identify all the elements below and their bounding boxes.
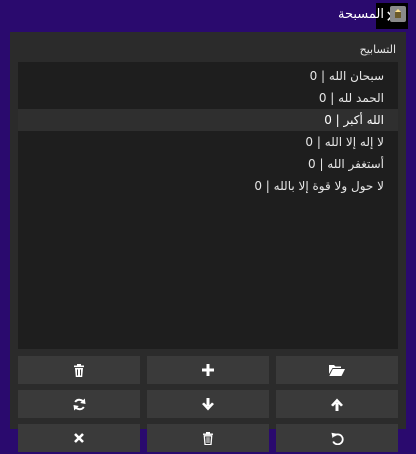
dhikr-count: 0 [305, 135, 314, 149]
trash-outline-icon [202, 431, 214, 445]
window-title: المسبحة [338, 6, 384, 22]
undo-icon [331, 432, 344, 445]
x-button[interactable] [18, 424, 140, 452]
refresh-icon [73, 398, 86, 411]
title-group: المسبحة [338, 6, 406, 22]
title-bar[interactable]: ✕ المسبحة [0, 0, 416, 32]
folder-open-button[interactable] [276, 356, 398, 384]
dhikr-text: لا إله إلا الله [324, 135, 384, 149]
arrow-down-icon [202, 397, 214, 411]
adhkar-list[interactable]: سبحان الله | 0 الحمد لله | 0 الله أكبر | 0… [18, 62, 398, 349]
arrow-up-icon [331, 398, 343, 411]
list-item[interactable]: الله أكبر | 0 [18, 109, 398, 131]
app-window: ✕ المسبحة التسابيح سبحان الله | 0الحمد ل… [0, 0, 416, 452]
list-item[interactable]: لا إله إلا الله | 0 [18, 131, 398, 153]
dhikr-text: سبحان الله [328, 69, 384, 83]
arrow-up-button[interactable] [276, 390, 398, 418]
app-icon [390, 6, 406, 22]
list-item[interactable]: أستغفر الله | 0 [18, 153, 398, 175]
dhikr-count: 0 [307, 157, 316, 171]
dhikr-text: أستغفر الله [327, 157, 384, 171]
trash-button[interactable] [18, 356, 140, 384]
dhikr-count: 0 [309, 69, 318, 83]
list-item[interactable]: لا حول ولا قوة إلا بالله | 0 [18, 175, 398, 197]
undo-button[interactable] [276, 424, 398, 452]
trash-outline-button[interactable] [147, 424, 269, 452]
plus-icon [202, 364, 214, 376]
trash-icon [73, 363, 85, 377]
x-icon [74, 433, 84, 443]
refresh-button[interactable] [18, 390, 140, 418]
dhikr-text: الله أكبر [343, 113, 385, 127]
folder-open-icon [329, 364, 345, 376]
arrow-down-button[interactable] [147, 390, 269, 418]
dhikr-count: 0 [318, 91, 327, 105]
dhikr-count: 0 [324, 113, 332, 127]
plus-button[interactable] [147, 356, 269, 384]
button-grid [18, 356, 398, 454]
main-panel: التسابيح سبحان الله | 0 الحمد لله | 0 الله… [10, 32, 406, 452]
list-label: التسابيح [359, 43, 396, 56]
dhikr-text: لا حول ولا قوة إلا بالله [273, 179, 384, 193]
dhikr-count: 0 [254, 179, 262, 193]
list-item[interactable]: سبحان الله | 0 [18, 65, 398, 87]
dhikr-text: الحمد لله [338, 91, 384, 105]
list-item[interactable]: الحمد لله | 0 [18, 87, 398, 109]
